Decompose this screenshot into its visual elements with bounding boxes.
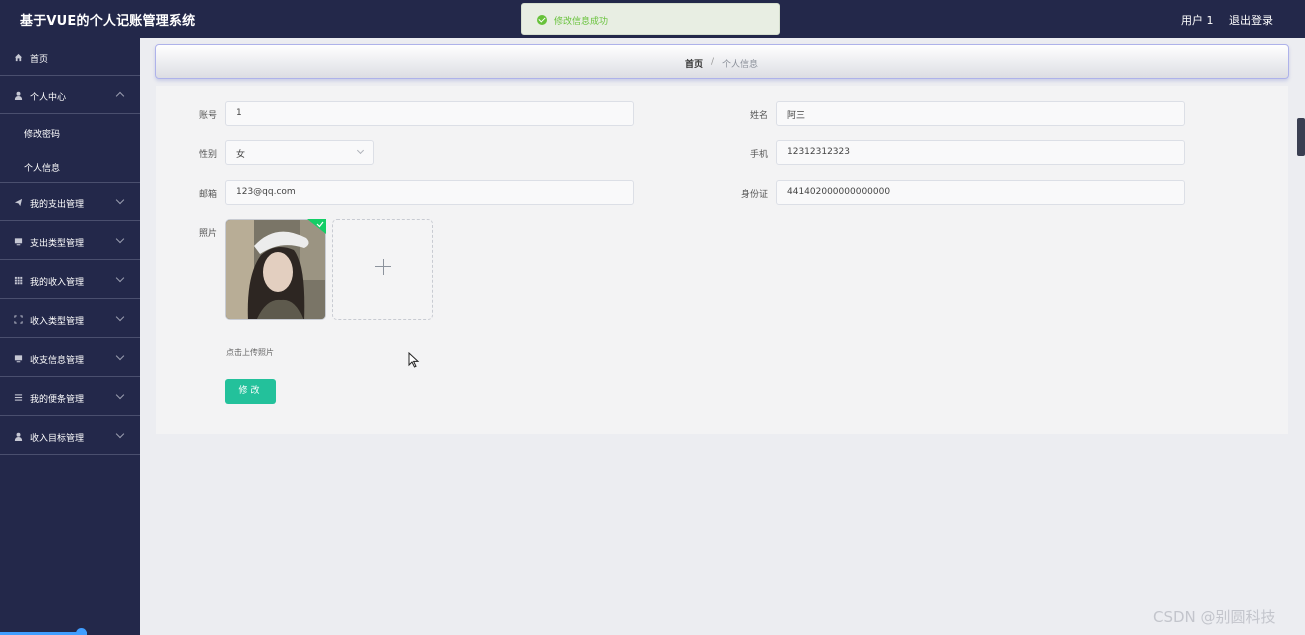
user-icon bbox=[14, 432, 23, 441]
scroll-thumb[interactable] bbox=[76, 628, 87, 635]
breadcrumb: 首页 / 个人信息 bbox=[155, 44, 1289, 79]
breadcrumb-home-link[interactable]: 首页 bbox=[685, 57, 703, 70]
submit-button[interactable]: 修改 bbox=[225, 379, 276, 404]
sidebar-item-label: 我的便条管理 bbox=[30, 395, 85, 405]
success-toast: 修改信息成功 bbox=[521, 3, 780, 35]
chevron-down-icon bbox=[115, 195, 125, 205]
upload-tip: 点击上传照片 bbox=[226, 348, 274, 357]
sidebar-item-personal-center[interactable]: 个人中心 bbox=[0, 76, 140, 114]
monitor-icon bbox=[14, 238, 23, 246]
plus-icon-vertical bbox=[382, 259, 384, 275]
sidebar-subitem-change-password[interactable]: 修改密码 bbox=[0, 115, 140, 149]
sidebar-item-label: 首页 bbox=[30, 55, 49, 65]
sidebar-subitem-label: 个人信息 bbox=[24, 164, 61, 174]
sidebar-subitem-personal-info[interactable]: 个人信息 bbox=[0, 149, 140, 183]
account-field[interactable]: 1 bbox=[225, 101, 634, 126]
breadcrumb-separator: / bbox=[711, 57, 715, 67]
chevron-down-icon bbox=[115, 351, 125, 361]
check-circle-icon bbox=[537, 15, 547, 25]
id-card-label: 身份证 bbox=[740, 190, 768, 200]
chevron-down-icon bbox=[115, 312, 125, 322]
account-label: 账号 bbox=[198, 111, 217, 121]
sidebar-item-label: 收入目标管理 bbox=[30, 434, 85, 444]
chevron-down-icon bbox=[115, 273, 125, 283]
monitor-icon bbox=[14, 355, 23, 363]
user-icon bbox=[14, 91, 23, 100]
phone-label: 手机 bbox=[749, 150, 768, 160]
sidebar-item-label: 收支信息管理 bbox=[30, 356, 85, 366]
sidebar: 首页 个人中心 修改密码 个人信息 我的支出管理 支出类型管理 我的收入管理 收… bbox=[0, 38, 140, 635]
sidebar-item-income-goal[interactable]: 收入目标管理 bbox=[0, 417, 140, 455]
sidebar-item-expense-type[interactable]: 支出类型管理 bbox=[0, 222, 140, 260]
sidebar-item-label: 个人中心 bbox=[30, 93, 67, 103]
chevron-down-icon bbox=[115, 390, 125, 400]
sidebar-item-income-expense-info[interactable]: 收支信息管理 bbox=[0, 339, 140, 377]
mouse-cursor-icon bbox=[408, 352, 420, 368]
sidebar-item-home[interactable]: 首页 bbox=[0, 38, 140, 76]
grid-icon bbox=[14, 276, 23, 285]
gender-label: 性别 bbox=[198, 150, 217, 160]
sidebar-item-income-type[interactable]: 收入类型管理 bbox=[0, 300, 140, 338]
paper-plane-icon bbox=[14, 198, 23, 207]
photo-upload-button[interactable] bbox=[332, 219, 433, 320]
sidebar-item-label: 我的收入管理 bbox=[30, 278, 85, 288]
app-title: 基于VUE的个人记账管理系统 bbox=[20, 14, 196, 29]
toast-message: 修改信息成功 bbox=[554, 17, 609, 27]
name-label: 姓名 bbox=[749, 111, 768, 121]
photo-label: 照片 bbox=[198, 229, 217, 239]
sidebar-scrollbar[interactable] bbox=[0, 628, 140, 635]
user-name: 用户 1 bbox=[1181, 14, 1214, 27]
sidebar-item-my-income[interactable]: 我的收入管理 bbox=[0, 261, 140, 299]
logout-button[interactable]: 退出登录 bbox=[1229, 12, 1273, 28]
chevron-up-icon bbox=[115, 91, 125, 101]
sidebar-item-label: 支出类型管理 bbox=[30, 239, 85, 249]
list-icon bbox=[14, 394, 23, 401]
email-field[interactable]: 123@qq.com bbox=[225, 180, 634, 205]
name-field[interactable]: 阿三 bbox=[776, 101, 1185, 126]
chevron-down-icon bbox=[356, 146, 365, 155]
uploaded-photo-thumbnail[interactable] bbox=[225, 219, 326, 320]
sidebar-item-label: 收入类型管理 bbox=[30, 317, 85, 327]
chevron-down-icon bbox=[115, 234, 125, 244]
phone-field[interactable]: 12312312323 bbox=[776, 140, 1185, 165]
watermark: CSDN @别圆科技 bbox=[1153, 608, 1276, 626]
sidebar-subitem-label: 修改密码 bbox=[24, 130, 61, 140]
id-card-field[interactable]: 441402000000000000 bbox=[776, 180, 1185, 205]
sidebar-item-my-notes[interactable]: 我的便条管理 bbox=[0, 378, 140, 416]
sidebar-item-label: 我的支出管理 bbox=[30, 200, 85, 210]
profile-photo-image bbox=[226, 220, 325, 319]
breadcrumb-current: 个人信息 bbox=[722, 60, 759, 70]
email-label: 邮箱 bbox=[198, 190, 217, 200]
upload-success-check-icon bbox=[307, 219, 326, 234]
side-panel-handle[interactable] bbox=[1297, 118, 1305, 156]
gender-select[interactable]: 女 bbox=[225, 140, 374, 165]
frame-icon bbox=[14, 315, 23, 324]
gender-select-value: 女 bbox=[236, 150, 246, 160]
chevron-down-icon bbox=[115, 429, 125, 439]
sidebar-item-my-expense[interactable]: 我的支出管理 bbox=[0, 183, 140, 221]
home-icon bbox=[14, 53, 23, 62]
